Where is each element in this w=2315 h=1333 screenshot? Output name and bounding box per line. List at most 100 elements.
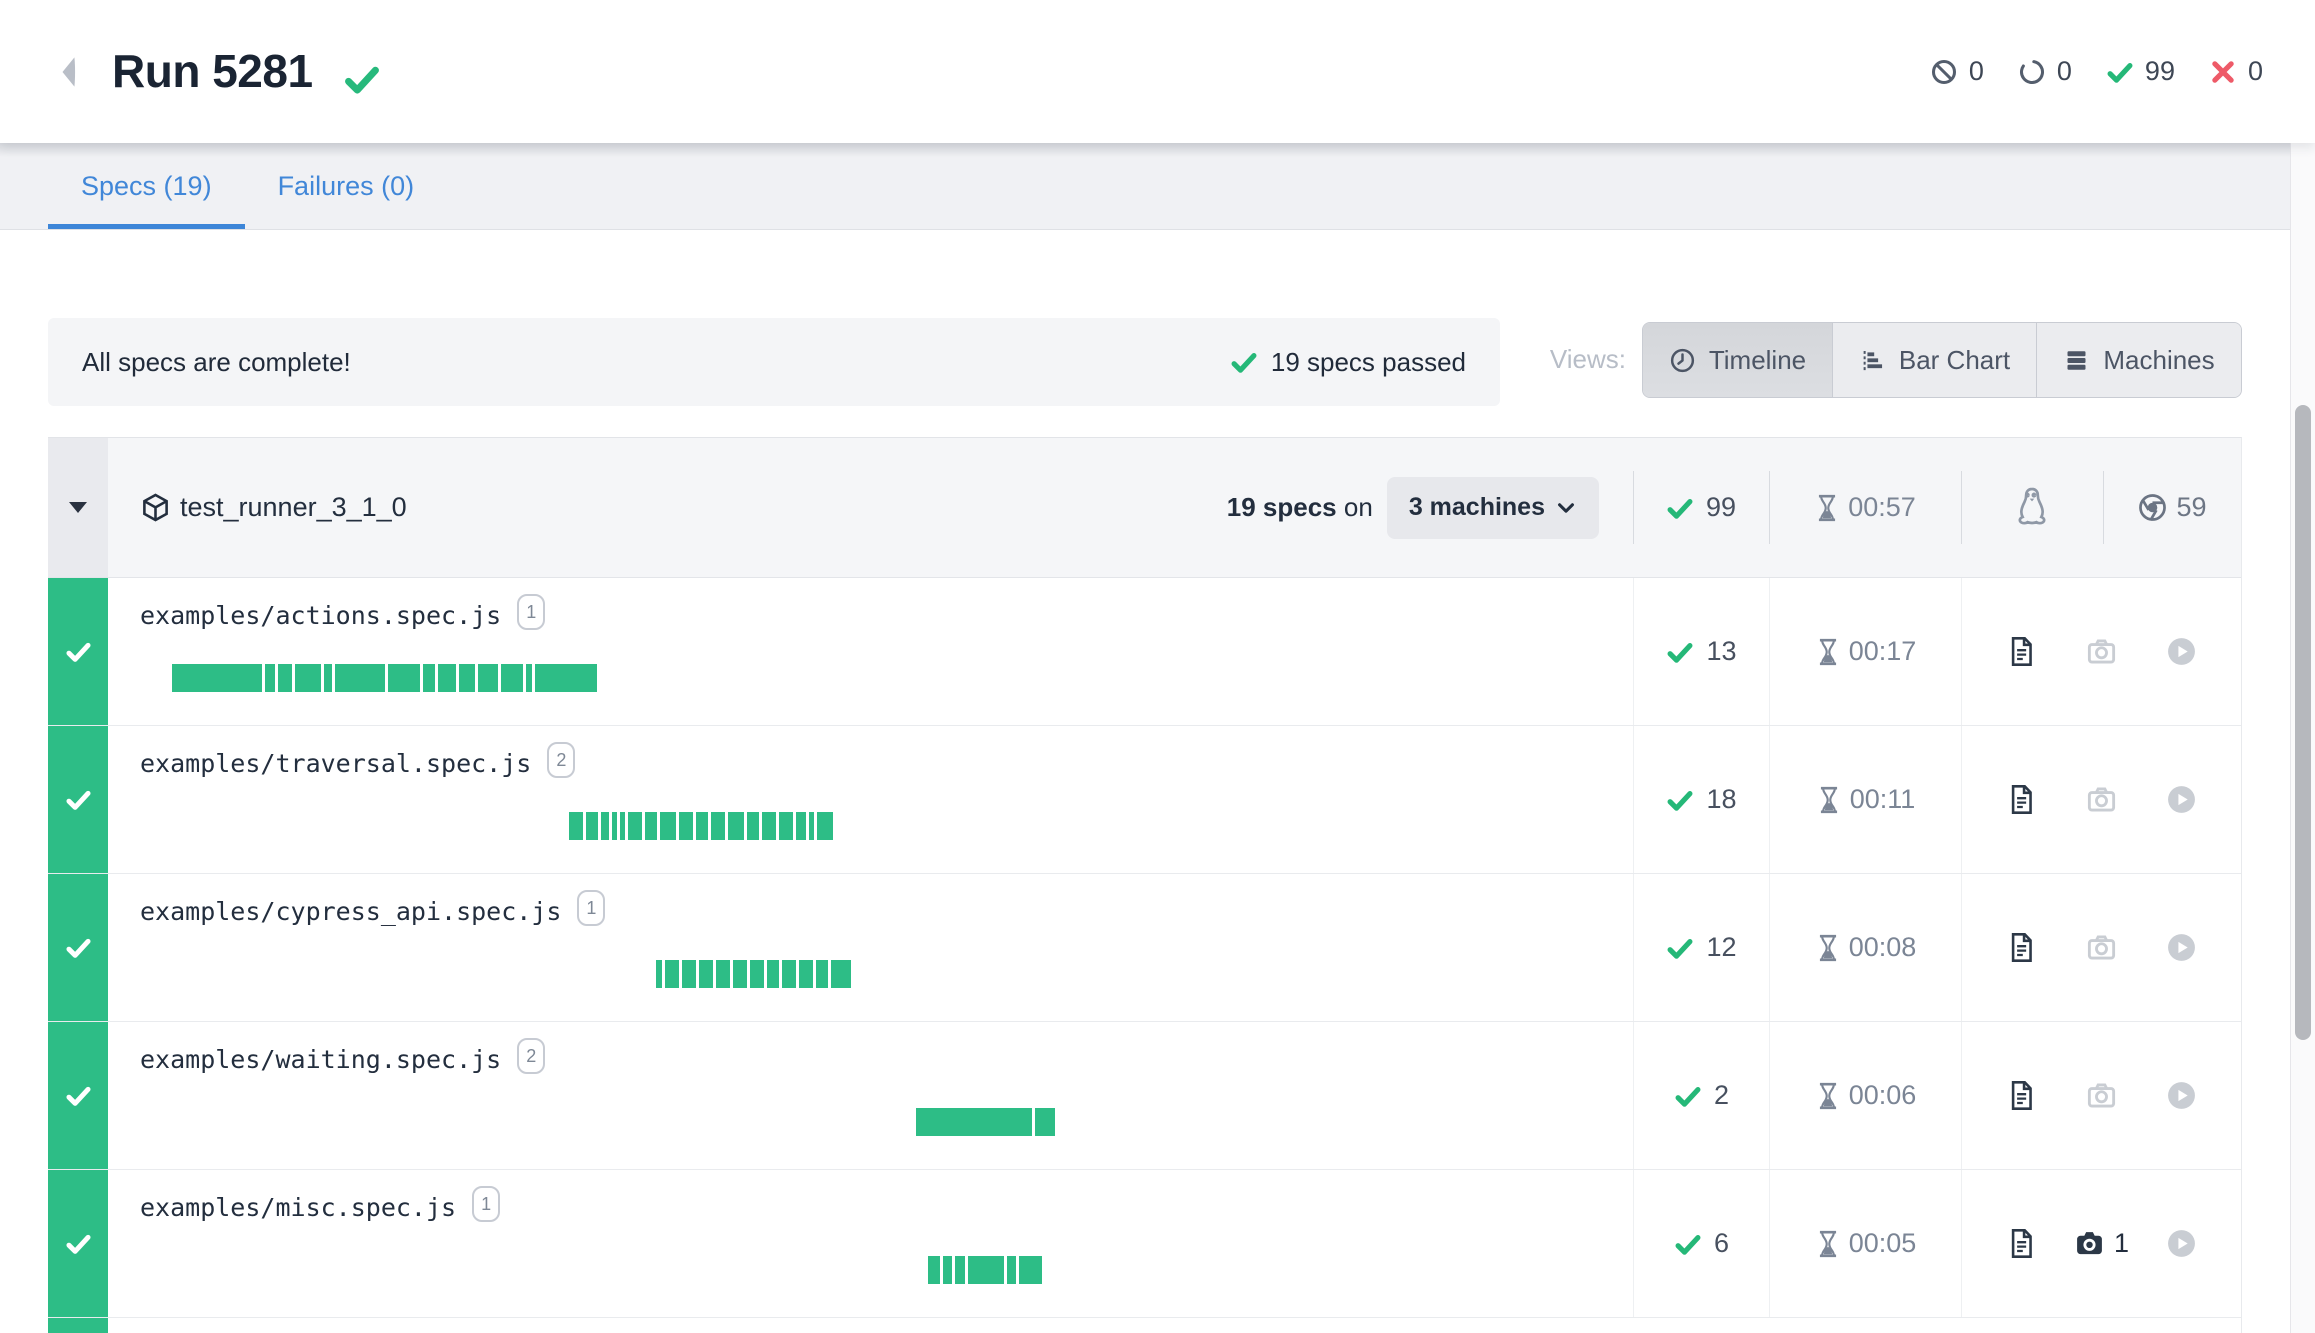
banner-message: All specs are complete!: [82, 347, 351, 378]
timeline-test-segment[interactable]: [265, 664, 275, 692]
stdout-button[interactable]: [1982, 932, 2062, 963]
timeline-test-segment[interactable]: [586, 812, 598, 840]
timeline-test-segment[interactable]: [324, 664, 332, 692]
spec-name[interactable]: examples/cypress_api.spec.js: [140, 894, 561, 930]
stdout-button[interactable]: [1982, 784, 2062, 815]
timeline-test-segment[interactable]: [628, 812, 642, 840]
tab-failures[interactable]: Failures (0): [245, 143, 448, 229]
stdout-button[interactable]: [1982, 1080, 2062, 1111]
video-button[interactable]: [2142, 636, 2222, 667]
view-switcher: TimelineBar Chart Machines: [1642, 322, 2242, 398]
timeline-test-segment[interactable]: [809, 812, 814, 840]
browser-version: 59: [2176, 492, 2206, 523]
machine-count-badge: 2: [517, 1038, 545, 1074]
timeline-test-segment[interactable]: [656, 960, 662, 988]
spec-passed-cell: 2: [1633, 1022, 1769, 1169]
timeline-test-segment[interactable]: [535, 664, 597, 692]
view-button-timeline[interactable]: Timeline: [1643, 323, 1832, 397]
package-cube-icon: [140, 492, 171, 523]
timeline-test-segment[interactable]: [295, 664, 321, 692]
chrome-icon: [2137, 492, 2168, 523]
timeline-test-segment[interactable]: [779, 812, 793, 840]
back-button[interactable]: [56, 54, 82, 90]
timeline-test-segment[interactable]: [716, 960, 730, 988]
spec-name[interactable]: examples/traversal.spec.js: [140, 746, 531, 782]
tab-specs[interactable]: Specs (19): [48, 143, 245, 229]
timeline-test-segment[interactable]: [438, 664, 456, 692]
timeline-test-segment[interactable]: [612, 812, 617, 840]
timeline-test-segment[interactable]: [423, 664, 435, 692]
spec-name[interactable]: examples/waiting.spec.js: [140, 1042, 501, 1078]
timeline-test-segment[interactable]: [526, 664, 532, 692]
timeline-test-segment[interactable]: [645, 812, 657, 840]
collapse-group-button[interactable]: [48, 438, 108, 577]
timeline-test-segment[interactable]: [955, 1256, 965, 1284]
timeline-test-segment[interactable]: [601, 812, 609, 840]
spec-passed-cell: 13: [1633, 578, 1769, 725]
screenshots-button[interactable]: [2062, 1080, 2142, 1111]
screenshots-button[interactable]: [2062, 932, 2142, 963]
video-button[interactable]: [2142, 1080, 2222, 1111]
spec-duration-cell: 00:08: [1769, 874, 1961, 1021]
timeline-test-segment[interactable]: [767, 960, 779, 988]
timeline-test-segment[interactable]: [816, 960, 828, 988]
view-button-bar-chart[interactable]: Bar Chart: [1832, 323, 2036, 397]
check-icon: [1230, 348, 1258, 376]
timeline-test-segment[interactable]: [968, 1256, 1004, 1284]
page-scrollbar-thumb[interactable]: [2295, 405, 2311, 1040]
timeline-test-segment[interactable]: [682, 960, 696, 988]
screenshots-button[interactable]: [2062, 636, 2142, 667]
timeline-test-segment[interactable]: [696, 812, 708, 840]
timeline-test-segment[interactable]: [459, 664, 475, 692]
page-scrollbar-track[interactable]: [2290, 0, 2315, 1333]
timeline-test-segment[interactable]: [388, 664, 420, 692]
timeline-test-segment[interactable]: [733, 960, 747, 988]
timeline-test-segment[interactable]: [796, 812, 806, 840]
stdout-button[interactable]: [1982, 1228, 2062, 1259]
timeline-test-segment[interactable]: [1035, 1108, 1055, 1136]
check-icon: [1666, 934, 1694, 962]
timeline-test-segment[interactable]: [569, 812, 583, 840]
timeline-test-segment[interactable]: [782, 960, 796, 988]
spec-duration: 00:11: [1816, 784, 1916, 815]
timeline-test-segment[interactable]: [699, 960, 713, 988]
timeline-test-segment[interactable]: [711, 812, 725, 840]
video-button[interactable]: [2142, 1228, 2222, 1259]
timeline-test-segment[interactable]: [665, 960, 679, 988]
timeline-test-segment[interactable]: [478, 664, 498, 692]
timeline-test-segment[interactable]: [660, 812, 676, 840]
view-button-label: Machines: [2103, 345, 2214, 376]
timeline-test-segment[interactable]: [172, 664, 262, 692]
timeline-test-segment[interactable]: [817, 812, 833, 840]
timeline-test-segment[interactable]: [620, 812, 625, 840]
spec-name[interactable]: examples/misc.spec.js: [140, 1190, 456, 1226]
timeline-test-segment[interactable]: [335, 664, 385, 692]
timeline-test-segment[interactable]: [1019, 1256, 1042, 1284]
timeline-test-segment[interactable]: [278, 664, 292, 692]
spec-name[interactable]: examples/actions.spec.js: [140, 598, 501, 634]
video-button[interactable]: [2142, 932, 2222, 963]
machines-dropdown[interactable]: 3 machines: [1387, 477, 1599, 539]
timeline-test-segment[interactable]: [747, 812, 759, 840]
timeline-test-segment[interactable]: [762, 812, 776, 840]
pending-icon: [2018, 58, 2046, 86]
timeline-test-segment[interactable]: [799, 960, 813, 988]
stdout-button[interactable]: [1982, 636, 2062, 667]
timeline-test-segment[interactable]: [928, 1256, 940, 1284]
timeline-test-segment[interactable]: [943, 1256, 952, 1284]
timeline-test-segment[interactable]: [501, 664, 523, 692]
video-button[interactable]: [2142, 784, 2222, 815]
timeline-test-segment[interactable]: [750, 960, 764, 988]
spec-timeline: [916, 1108, 1633, 1136]
timeline-test-segment[interactable]: [728, 812, 744, 840]
camera-icon: [2086, 784, 2117, 815]
screenshots-button[interactable]: [2062, 784, 2142, 815]
timeline-test-segment[interactable]: [916, 1108, 1032, 1136]
timeline-test-segment[interactable]: [831, 960, 851, 988]
hourglass-icon: [1815, 1230, 1841, 1258]
view-button-machines[interactable]: Machines: [2036, 323, 2241, 397]
timeline-test-segment[interactable]: [1007, 1256, 1016, 1284]
duration-value: 00:06: [1849, 1080, 1917, 1111]
timeline-test-segment[interactable]: [679, 812, 693, 840]
screenshots-button[interactable]: 1: [2062, 1228, 2142, 1259]
